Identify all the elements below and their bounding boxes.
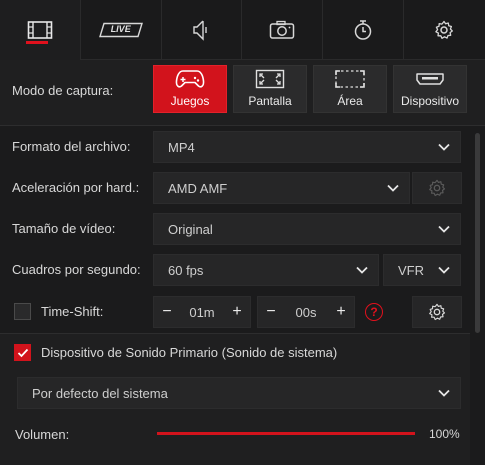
video-size-value: Original xyxy=(168,221,213,237)
chevron-down-icon xyxy=(438,389,450,397)
chevron-down-icon xyxy=(438,143,450,151)
acceleration-value: AMD AMF xyxy=(168,180,228,196)
scrollbar-thumb[interactable] xyxy=(475,133,480,333)
audio-device-value: Por defecto del sistema xyxy=(32,385,168,401)
timeshift-checkbox[interactable] xyxy=(14,303,31,320)
gear-icon xyxy=(429,303,446,321)
timeshift-label: Time-Shift: xyxy=(41,304,104,319)
volume-slider-fill xyxy=(157,432,415,435)
timeshift-minutes-stepper: − 01m + xyxy=(153,296,251,328)
capture-mode-group: Juegos Pantalla Área Dispositivo xyxy=(153,65,467,113)
fps-label: Cuadros por segundo: xyxy=(12,262,141,277)
gear-icon xyxy=(435,20,454,39)
mode-label: Dispositivo xyxy=(400,94,460,108)
tab-video[interactable] xyxy=(0,0,81,60)
scrollbar[interactable] xyxy=(471,127,485,465)
format-value: MP4 xyxy=(168,139,195,155)
area-icon xyxy=(335,70,365,88)
video-size-label: Tamaño de vídeo: xyxy=(12,221,116,236)
mode-device-button[interactable]: Dispositivo xyxy=(393,65,467,113)
fps-select[interactable]: 60 fps xyxy=(153,254,379,286)
mode-label: Pantalla xyxy=(248,94,292,108)
tab-screenshot[interactable] xyxy=(242,0,324,60)
gamepad-icon xyxy=(175,70,205,88)
tab-live[interactable]: LIVE xyxy=(80,0,162,60)
plus-button[interactable]: + xyxy=(334,304,348,320)
acceleration-row: Aceleración por hard.: AMD AMF xyxy=(0,172,470,204)
format-label: Formato del archivo: xyxy=(12,139,131,154)
video-size-row: Tamaño de vídeo: Original xyxy=(0,213,470,245)
checkmark-icon xyxy=(17,348,28,357)
acceleration-label: Aceleración por hard.: xyxy=(12,180,140,195)
minutes-value: 01m xyxy=(189,304,215,320)
chevron-down-icon xyxy=(438,225,450,233)
help-warning-icon[interactable]: ? xyxy=(365,303,383,321)
live-label: LIVE xyxy=(110,24,131,34)
plus-button[interactable]: + xyxy=(230,304,244,320)
capture-mode-label: Modo de captura: xyxy=(12,83,114,98)
capture-mode-panel: Modo de captura: Juegos Pantalla Área Di… xyxy=(0,60,485,126)
volume-value: 100% xyxy=(429,427,460,441)
primary-audio-checkbox[interactable] xyxy=(14,344,31,361)
mode-area-button[interactable]: Área xyxy=(313,65,387,113)
vfr-value: VFR xyxy=(398,262,424,278)
volume-label: Volumen: xyxy=(15,427,70,442)
fps-row: Cuadros por segundo: 60 fps VFR xyxy=(0,254,470,286)
format-select[interactable]: MP4 xyxy=(153,131,461,163)
top-tab-bar: LIVE xyxy=(0,0,485,60)
chevron-down-icon xyxy=(438,266,450,274)
gear-icon xyxy=(429,179,446,197)
speaker-icon xyxy=(193,20,208,41)
chevron-down-icon xyxy=(387,184,399,192)
minus-button[interactable]: − xyxy=(160,304,174,320)
timeshift-settings-button[interactable] xyxy=(412,296,462,328)
video-size-select[interactable]: Original xyxy=(153,213,461,245)
tab-timer[interactable] xyxy=(323,0,404,60)
mode-label: Área xyxy=(337,94,363,108)
stopwatch-icon xyxy=(354,19,372,40)
vfr-select[interactable]: VFR xyxy=(383,254,461,286)
camera-icon xyxy=(270,20,295,39)
tab-settings[interactable] xyxy=(403,0,485,60)
timeshift-row: Time-Shift: − 01m + − 00s + ? xyxy=(0,296,470,328)
hdmi-icon xyxy=(416,73,444,85)
acceleration-settings-button[interactable] xyxy=(412,172,462,204)
tab-audio[interactable] xyxy=(161,0,243,60)
timeshift-seconds-stepper: − 00s + xyxy=(257,296,355,328)
primary-audio-label: Dispositivo de Sonido Primario (Sonido d… xyxy=(41,345,338,360)
film-icon xyxy=(27,21,53,39)
volume-slider[interactable] xyxy=(157,432,415,435)
fps-value: 60 fps xyxy=(168,262,204,278)
format-row: Formato del archivo: MP4 xyxy=(0,131,470,163)
chevron-down-icon xyxy=(356,266,368,274)
mode-label: Juegos xyxy=(170,94,210,108)
audio-device-select[interactable]: Por defecto del sistema xyxy=(17,377,461,409)
acceleration-select[interactable]: AMD AMF xyxy=(153,172,410,204)
seconds-value: 00s xyxy=(295,304,317,320)
mode-screen-button[interactable]: Pantalla xyxy=(233,65,307,113)
fullscreen-icon xyxy=(255,69,285,89)
minus-button[interactable]: − xyxy=(264,304,278,320)
mode-games-button[interactable]: Juegos xyxy=(153,65,227,113)
